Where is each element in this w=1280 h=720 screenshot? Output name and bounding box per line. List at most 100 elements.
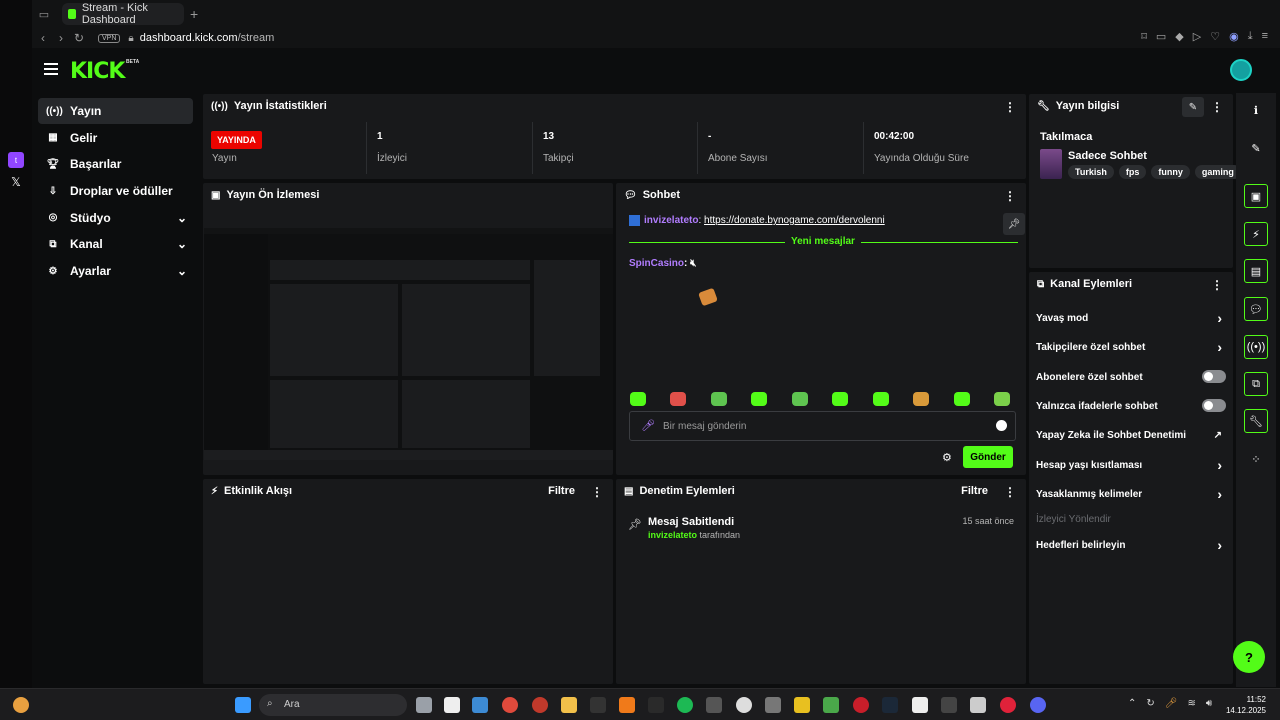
ai-moderation-item[interactable]: Yapay Zeka ile Sohbet Denetimi ↗ (1036, 426, 1228, 446)
slow-mode-item[interactable]: Yavaş mod › (1036, 309, 1228, 329)
sync-icon[interactable]: ↻ (1146, 698, 1154, 709)
opera-gx-icon[interactable] (532, 697, 548, 713)
emote-icon[interactable] (710, 392, 727, 406)
hamburger-icon[interactable] (44, 63, 58, 75)
help-icon[interactable]: ? (1233, 641, 1265, 673)
kebab-menu-icon[interactable]: ⋮ (1004, 100, 1016, 114)
nav-item-drops[interactable]: ⇩ Droplar ve ödüller (38, 178, 193, 204)
nav-item-settings[interactable]: ⚙ Ayarlar ⌄ (38, 258, 193, 284)
app-icon[interactable] (706, 697, 722, 713)
log-username[interactable]: invizelateto (648, 530, 697, 540)
apps-icon[interactable]: ⁘ (1244, 447, 1268, 471)
reload-icon[interactable]: ↻ (70, 31, 88, 45)
tab-menu-icon[interactable]: ▭ (34, 4, 54, 24)
channel-icon[interactable]: ⧉ (1244, 372, 1268, 396)
app-icon[interactable] (765, 697, 781, 713)
donation-link[interactable]: https://donate.bynogame.com/dervolenni (704, 215, 885, 226)
toggle-switch[interactable] (1202, 399, 1226, 412)
chevron-up-icon[interactable]: ⌃ (1128, 698, 1136, 709)
chrome-icon[interactable] (502, 697, 518, 713)
browser-tab[interactable]: Stream - Kick Dashboard (62, 2, 184, 26)
emote-icon[interactable] (832, 392, 849, 406)
weather-icon[interactable] (13, 697, 29, 713)
heart-icon[interactable]: ♡ (1210, 30, 1220, 43)
x-icon[interactable]: 𝕏 (8, 174, 24, 190)
kebab-menu-icon[interactable]: ⋮ (1211, 278, 1223, 292)
emote-icon[interactable] (630, 392, 646, 406)
info-icon[interactable]: ℹ (1244, 98, 1268, 122)
capcut-icon[interactable] (444, 697, 460, 713)
set-goals-item[interactable]: Hedefleri belirleyin › (1036, 536, 1228, 556)
category-thumbnail[interactable] (1040, 149, 1062, 179)
app-icon[interactable] (970, 697, 986, 713)
nav-item-revenue[interactable]: ▦ Gelir (38, 125, 193, 151)
kebab-menu-icon[interactable]: ⋮ (1211, 100, 1223, 114)
url-field[interactable]: dashboard.kick.com/stream (140, 32, 275, 44)
wifi-icon[interactable]: ≋ (1187, 698, 1195, 709)
download-icon[interactable]: ⤓ (1248, 30, 1253, 43)
emoji-icon[interactable] (996, 420, 1007, 431)
profile-icon[interactable]: ◉ (1229, 30, 1239, 43)
emote-icon[interactable] (791, 392, 808, 406)
wrench-icon[interactable]: 🔧︎ (1244, 409, 1268, 433)
toggle-switch[interactable] (1202, 370, 1226, 383)
menu-icon[interactable]: ≡ (1262, 30, 1268, 43)
play-icon[interactable]: ▷ (1193, 30, 1201, 43)
kebab-menu-icon[interactable]: ⋮ (591, 485, 603, 499)
emote-icon[interactable] (872, 392, 889, 406)
app-icon[interactable] (736, 697, 752, 713)
preview-widget-icon[interactable]: ▣ (1244, 184, 1268, 208)
epic-games-icon[interactable] (590, 697, 606, 713)
chat-username[interactable]: SpinCasino (629, 258, 684, 269)
kick-logo[interactable]: KICK (70, 59, 125, 84)
discord-icon[interactable] (1030, 697, 1046, 713)
tag[interactable]: gaming (1194, 165, 1241, 179)
opera-icon[interactable] (1000, 697, 1016, 713)
filter-button[interactable]: Filtre (548, 485, 575, 497)
new-tab-icon[interactable]: + (190, 6, 198, 22)
app-icon[interactable] (941, 697, 957, 713)
send-button[interactable]: Gönder (963, 446, 1013, 468)
taskbar-clock[interactable]: 11:52 14.12.2025 (1226, 694, 1266, 716)
chat-username[interactable]: invizelateto (644, 215, 698, 226)
pin-icon[interactable]: 📌︎ (1003, 213, 1025, 235)
kebab-menu-icon[interactable]: ⋮ (1004, 189, 1016, 203)
tag[interactable]: funny (1151, 165, 1190, 179)
mic-icon[interactable]: 🎤︎ (641, 419, 655, 432)
chat-input[interactable]: 🎤︎ Bir mesaj gönderin (629, 411, 1016, 441)
emote-icon[interactable] (953, 392, 970, 406)
nav-item-achievements[interactable]: 🏆︎ Başarılar (38, 151, 193, 177)
account-age-item[interactable]: Hesap yaşı kısıtlaması › (1036, 456, 1228, 476)
steam-icon[interactable] (882, 697, 898, 713)
chat-settings-icon[interactable]: ⚙ (942, 451, 952, 464)
avatar[interactable] (1230, 59, 1252, 81)
capcut-icon[interactable] (912, 697, 928, 713)
emote-icon[interactable] (993, 392, 1010, 406)
app-icon[interactable] (472, 697, 488, 713)
bookmark-icon[interactable]: ▭ (1156, 30, 1166, 43)
soundcloud-icon[interactable] (619, 697, 635, 713)
kebab-menu-icon[interactable]: ⋮ (1004, 485, 1016, 499)
filter-button[interactable]: Filtre (961, 485, 988, 497)
lock-icon[interactable]: 🔒︎ (128, 33, 133, 44)
snapshot-icon[interactable]: ⌑ (1141, 30, 1147, 43)
shield-icon[interactable]: ◆ (1175, 30, 1183, 43)
vpn-badge[interactable]: VPN (98, 33, 121, 43)
category-name[interactable]: Sadece Sohbet (1068, 150, 1147, 162)
emote-icon[interactable] (751, 392, 768, 406)
task-view-icon[interactable] (416, 697, 432, 713)
app-icon[interactable] (648, 697, 664, 713)
lightning-icon[interactable]: ⚡︎ (1244, 222, 1268, 246)
forward-icon[interactable]: › (52, 31, 70, 45)
nav-item-studio[interactable]: ◎ Stüdyo ⌄ (38, 205, 193, 231)
spotify-icon[interactable] (677, 697, 693, 713)
start-icon[interactable] (235, 697, 251, 713)
minecraft-icon[interactable] (823, 697, 839, 713)
emote-icon[interactable] (670, 392, 687, 406)
new-messages-label[interactable]: Yeni mesajlar (785, 236, 861, 247)
edit-icon[interactable]: ✎ (1182, 97, 1204, 117)
tag[interactable]: fps (1118, 165, 1147, 179)
broadcast-icon[interactable]: ((•)) (1244, 335, 1268, 359)
emote-icon[interactable] (913, 392, 930, 406)
back-icon[interactable]: ‹ (34, 31, 52, 45)
